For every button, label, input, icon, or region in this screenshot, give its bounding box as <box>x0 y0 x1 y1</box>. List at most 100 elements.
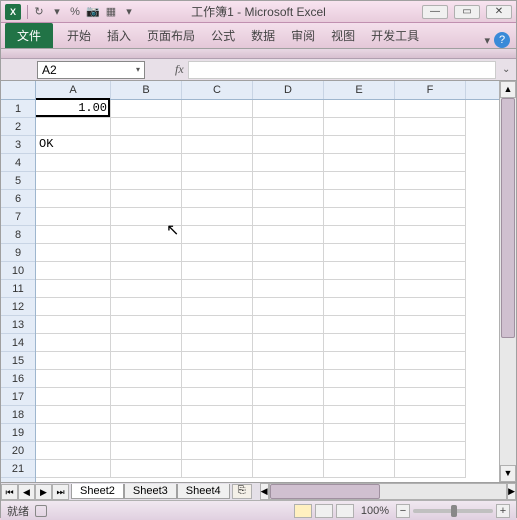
cell-A16[interactable] <box>36 370 111 388</box>
formula-input[interactable] <box>188 61 496 79</box>
cell-B9[interactable] <box>111 244 182 262</box>
cell-E7[interactable] <box>324 208 395 226</box>
cell-A9[interactable] <box>36 244 111 262</box>
cell-A19[interactable] <box>36 424 111 442</box>
cell-B16[interactable] <box>111 370 182 388</box>
cell-D5[interactable] <box>253 172 324 190</box>
row-header[interactable]: 1 <box>1 100 35 118</box>
cell-A21[interactable] <box>36 460 111 478</box>
row-header[interactable]: 10 <box>1 262 35 280</box>
cell-C6[interactable] <box>182 190 253 208</box>
sheet-tab-sheet4[interactable]: Sheet4 <box>177 484 230 499</box>
macro-record-icon[interactable] <box>35 505 47 517</box>
cell-E5[interactable] <box>324 172 395 190</box>
cell-B12[interactable] <box>111 298 182 316</box>
cell-B10[interactable] <box>111 262 182 280</box>
row-header[interactable]: 9 <box>1 244 35 262</box>
cell-B20[interactable] <box>111 442 182 460</box>
cell-F14[interactable] <box>395 334 466 352</box>
cell-F6[interactable] <box>395 190 466 208</box>
cell-C11[interactable] <box>182 280 253 298</box>
cell-C18[interactable] <box>182 406 253 424</box>
close-button[interactable]: ✕ <box>486 5 512 19</box>
row-header[interactable]: 12 <box>1 298 35 316</box>
page-break-view-button[interactable] <box>336 504 354 518</box>
row-header[interactable]: 2 <box>1 118 35 136</box>
hscroll-thumb[interactable] <box>270 484 380 499</box>
cell-C12[interactable] <box>182 298 253 316</box>
cell-A3[interactable]: OK <box>36 136 111 154</box>
row-header[interactable]: 3 <box>1 136 35 154</box>
row-header[interactable]: 13 <box>1 316 35 334</box>
cell-E3[interactable] <box>324 136 395 154</box>
cell-F17[interactable] <box>395 388 466 406</box>
scroll-left-button[interactable]: ◀ <box>260 483 269 500</box>
row-header[interactable]: 17 <box>1 388 35 406</box>
cell-F19[interactable] <box>395 424 466 442</box>
row-header[interactable]: 6 <box>1 190 35 208</box>
cell-F7[interactable] <box>395 208 466 226</box>
cell-B18[interactable] <box>111 406 182 424</box>
sheet-next-button[interactable]: ▶ <box>35 484 52 500</box>
cell-C2[interactable] <box>182 118 253 136</box>
fx-icon[interactable]: fx <box>175 62 184 77</box>
cell-C3[interactable] <box>182 136 253 154</box>
cell-A14[interactable] <box>36 334 111 352</box>
row-header[interactable]: 16 <box>1 370 35 388</box>
zoom-percent-label[interactable]: 100% <box>361 505 389 517</box>
help-icon[interactable]: ? <box>494 32 510 48</box>
expand-formula-bar-icon[interactable]: ⌄ <box>502 64 516 75</box>
zoom-in-button[interactable]: + <box>496 504 510 518</box>
cell-D19[interactable] <box>253 424 324 442</box>
hscroll-track[interactable] <box>269 483 508 500</box>
column-header[interactable]: C <box>182 81 253 99</box>
row-header[interactable]: 5 <box>1 172 35 190</box>
cell-D4[interactable] <box>253 154 324 172</box>
cell-C21[interactable] <box>182 460 253 478</box>
row-header[interactable]: 14 <box>1 334 35 352</box>
cell-C13[interactable] <box>182 316 253 334</box>
cell-E13[interactable] <box>324 316 395 334</box>
scroll-down-button[interactable]: ▼ <box>500 465 516 482</box>
cell-E4[interactable] <box>324 154 395 172</box>
cell-C19[interactable] <box>182 424 253 442</box>
cell-E10[interactable] <box>324 262 395 280</box>
cell-E21[interactable] <box>324 460 395 478</box>
cell-F8[interactable] <box>395 226 466 244</box>
cell-F3[interactable] <box>395 136 466 154</box>
cell-E17[interactable] <box>324 388 395 406</box>
cell-C7[interactable] <box>182 208 253 226</box>
percent-style-icon[interactable]: % <box>68 5 82 19</box>
cell-F15[interactable] <box>395 352 466 370</box>
name-box[interactable]: A2 ▾ <box>37 61 145 79</box>
cell-D9[interactable] <box>253 244 324 262</box>
cell-B15[interactable] <box>111 352 182 370</box>
row-header[interactable]: 4 <box>1 154 35 172</box>
cell-A5[interactable] <box>36 172 111 190</box>
cell-A7[interactable] <box>36 208 111 226</box>
cell-E9[interactable] <box>324 244 395 262</box>
cell-C14[interactable] <box>182 334 253 352</box>
cell-D11[interactable] <box>253 280 324 298</box>
cell-C4[interactable] <box>182 154 253 172</box>
row-header[interactable]: 11 <box>1 280 35 298</box>
cell-D13[interactable] <box>253 316 324 334</box>
horizontal-scrollbar[interactable]: ◀ ▶ <box>260 483 516 500</box>
cell-D16[interactable] <box>253 370 324 388</box>
tab-insert[interactable]: 插入 <box>99 23 139 48</box>
cell-F21[interactable] <box>395 460 466 478</box>
cell-C10[interactable] <box>182 262 253 280</box>
cell-C20[interactable] <box>182 442 253 460</box>
cell-D12[interactable] <box>253 298 324 316</box>
name-box-dropdown-icon[interactable]: ▾ <box>136 65 140 74</box>
cell-D8[interactable] <box>253 226 324 244</box>
cell-F10[interactable] <box>395 262 466 280</box>
cell-F5[interactable] <box>395 172 466 190</box>
cell-C17[interactable] <box>182 388 253 406</box>
tab-developer[interactable]: 开发工具 <box>363 23 427 48</box>
cell-A6[interactable] <box>36 190 111 208</box>
minimize-button[interactable]: — <box>422 5 448 19</box>
zoom-out-button[interactable]: − <box>396 504 410 518</box>
qat-customize-icon[interactable]: ▾ <box>122 5 136 19</box>
undo-dropdown-icon[interactable]: ▾ <box>50 5 64 19</box>
